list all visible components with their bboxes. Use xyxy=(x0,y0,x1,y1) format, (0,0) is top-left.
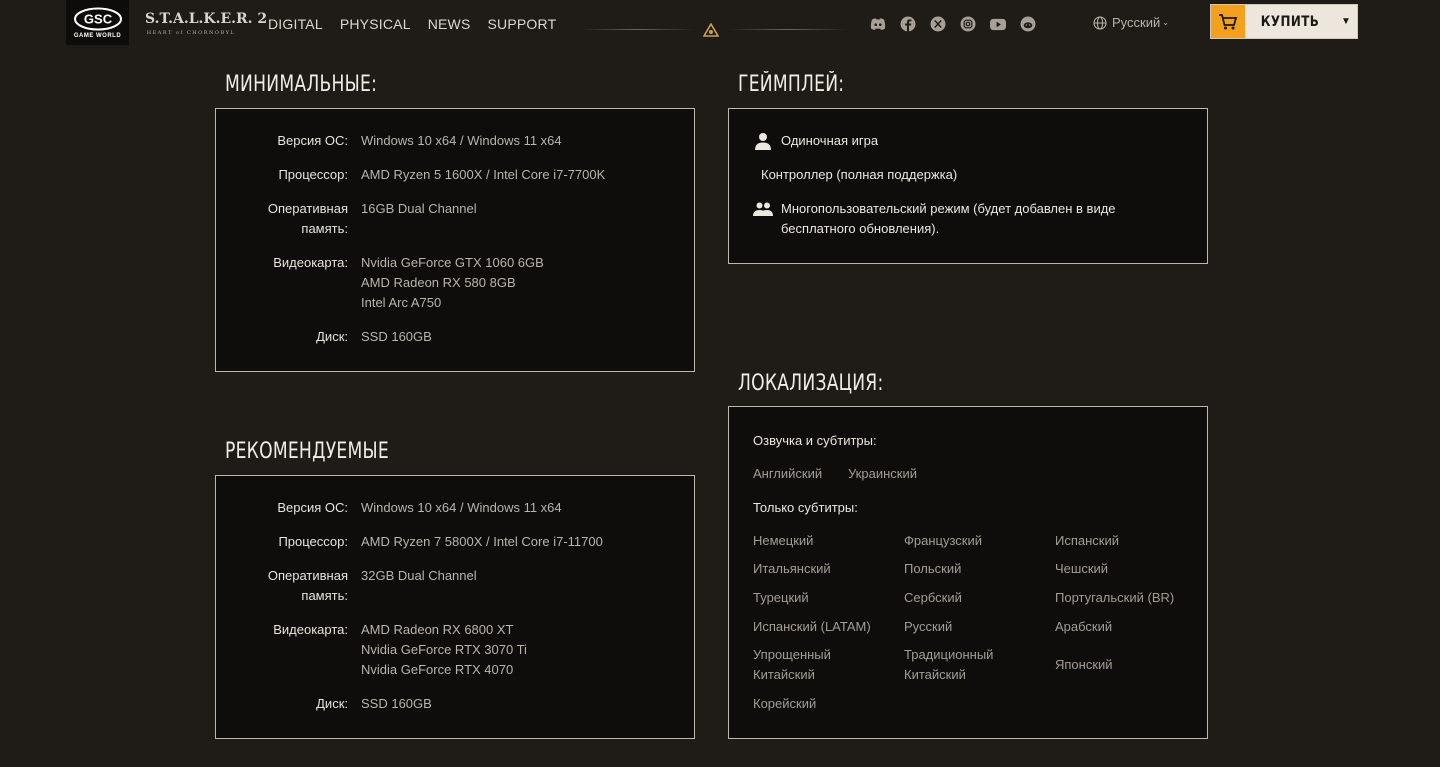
spec-row-disk: Диск: SSD 160GB xyxy=(216,327,694,347)
stalker2-logo[interactable]: S.T.A.L.K.E.R. 2 HEART of CHORNOBYL xyxy=(145,8,268,40)
spec-row-os: Версия ОС: Windows 10 x64 / Windows 11 x… xyxy=(216,498,694,518)
language-selector[interactable]: Русский ⌄ xyxy=(1093,15,1169,30)
buy-button-label: КУПИТЬ xyxy=(1260,13,1320,30)
svg-text:GSC: GSC xyxy=(83,11,112,26)
gameplay-item-label: Одиночная игра xyxy=(781,133,879,148)
spec-label: Оперативная память: xyxy=(267,201,348,236)
gameplay-panel: Одиночная игра Контроллер (полная поддер… xyxy=(728,108,1208,264)
discord-icon[interactable] xyxy=(870,16,886,32)
multiplayer-icon xyxy=(753,199,773,219)
language-item: Сербский xyxy=(904,590,962,605)
language-item: Традиционный Китайский xyxy=(904,647,994,682)
language-item: Арабский xyxy=(1055,619,1113,634)
instagram-icon[interactable] xyxy=(960,16,976,32)
reddit-icon[interactable] xyxy=(1020,16,1036,32)
spec-row-gpu: Видеокарта: AMD Radeon RX 6800 XT Nvidia… xyxy=(216,620,694,680)
spec-row-os: Версия ОС: Windows 10 x64 / Windows 11 x… xyxy=(216,131,694,151)
recommended-requirements-panel: Версия ОС: Windows 10 x64 / Windows 11 x… xyxy=(215,475,695,739)
minimum-requirements-panel: Версия ОС: Windows 10 x64 / Windows 11 x… xyxy=(215,108,695,372)
language-item: Турецкий xyxy=(753,590,809,605)
language-item: Украинский xyxy=(848,466,917,481)
spec-label: Версия ОС: xyxy=(277,500,348,515)
spec-label: Оперативная память: xyxy=(267,568,348,603)
spec-row-cpu: Процессор: AMD Ryzen 7 5800X / Intel Cor… xyxy=(216,532,694,552)
header-divider-left xyxy=(580,29,695,30)
language-item: Немецкий xyxy=(753,533,814,548)
subtitles-only-label: Только субтитры: xyxy=(753,500,858,515)
spec-value: SSD 160GB xyxy=(361,329,432,344)
spec-label: Процессор: xyxy=(278,534,348,549)
spec-label: Видеокарта: xyxy=(273,255,348,270)
localization-title: ЛОКАЛИЗАЦИЯ: xyxy=(738,371,884,396)
language-item: Португальский (BR) xyxy=(1055,590,1175,605)
stalker2-logo-tagline: HEART of CHORNOBYL xyxy=(146,30,236,36)
spec-label: Диск: xyxy=(316,329,348,344)
gameplay-item-label: Контроллер (полная поддержка) xyxy=(761,167,958,182)
language-item: Корейский xyxy=(753,696,817,711)
single-player-icon xyxy=(753,131,773,151)
gsc-logo-icon: GSC xyxy=(73,7,122,30)
spec-value: AMD Ryzen 5 1600X / Intel Core i7-7700K xyxy=(361,167,606,182)
gsc-game-world-logo[interactable]: GSC GAME WORLD xyxy=(66,0,129,45)
spec-row-disk: Диск: SSD 160GB xyxy=(216,694,694,714)
social-links xyxy=(870,16,1036,32)
spec-label: Процессор: xyxy=(278,167,348,182)
main-nav: DIGITAL PHYSICAL NEWS SUPPORT xyxy=(268,16,556,32)
spec-row-ram: Оперативная память: 16GB Dual Channel xyxy=(216,199,694,239)
language-item: Французский xyxy=(904,533,982,548)
spec-value: Windows 10 x64 / Windows 11 x64 xyxy=(361,500,562,515)
cart-icon xyxy=(1211,5,1245,38)
spec-label: Диск: xyxy=(316,696,348,711)
nav-news[interactable]: NEWS xyxy=(428,16,471,32)
language-item: Итальянский xyxy=(753,561,831,576)
chevron-down-icon: ⌄ xyxy=(1162,18,1169,27)
nav-support[interactable]: SUPPORT xyxy=(488,16,557,32)
language-item: Чешский xyxy=(1055,561,1109,576)
spec-row-ram: Оперативная память: 32GB Dual Channel xyxy=(216,566,694,606)
language-item: Польский xyxy=(904,561,962,576)
spec-value: Nvidia GeForce GTX 1060 6GB AMD Radeon R… xyxy=(361,255,544,310)
nav-physical[interactable]: PHYSICAL xyxy=(340,16,411,32)
language-item: Японский xyxy=(1055,657,1113,672)
hazard-icon xyxy=(703,23,719,37)
language-item: Испанский (LATAM) xyxy=(753,619,871,634)
spec-label: Версия ОС: xyxy=(277,133,348,148)
buy-button[interactable]: КУПИТЬ ▼ xyxy=(1211,5,1357,38)
localization-panel: Озвучка и субтитры: Английский Украински… xyxy=(728,406,1208,739)
spec-value: 16GB Dual Channel xyxy=(361,201,477,216)
spec-row-cpu: Процессор: AMD Ryzen 5 1600X / Intel Cor… xyxy=(216,165,694,185)
youtube-icon[interactable] xyxy=(990,16,1006,32)
facebook-icon[interactable] xyxy=(900,16,916,32)
site-header: GSC GAME WORLD S.T.A.L.K.E.R. 2 HEART of… xyxy=(0,0,1440,48)
spec-value: Windows 10 x64 / Windows 11 x64 xyxy=(361,133,562,148)
header-divider-right xyxy=(728,29,848,30)
stalker2-logo-title: S.T.A.L.K.E.R. 2 xyxy=(145,11,268,27)
gsc-logo-text: GAME WORLD xyxy=(73,32,122,39)
recommended-requirements-title: РЕКОМЕНДУЕМЫЕ xyxy=(225,439,389,464)
gameplay-item-multiplayer: Многопользовательский режим (будет добав… xyxy=(753,199,1116,239)
x-icon[interactable] xyxy=(930,16,946,32)
language-label: Русский xyxy=(1112,15,1161,30)
language-item: Испанский xyxy=(1055,533,1120,548)
gameplay-item-label: Многопользовательский режим (будет добав… xyxy=(781,201,1116,236)
language-item: Русский xyxy=(904,619,953,634)
gameplay-item-controller: Контроллер (полная поддержка) xyxy=(761,165,957,185)
spec-value: AMD Radeon RX 6800 XT Nvidia GeForce RTX… xyxy=(361,622,527,677)
language-item: Упрощенный Китайский xyxy=(753,647,831,682)
voice-subtitles-label: Озвучка и субтитры: xyxy=(753,433,877,448)
gameplay-title: ГЕЙМПЛЕЙ: xyxy=(738,72,845,97)
minimum-requirements-title: МИНИМАЛЬНЫЕ: xyxy=(225,72,378,97)
caret-down-icon[interactable]: ▼ xyxy=(1335,5,1357,38)
spec-value: AMD Ryzen 7 5800X / Intel Core i7-11700 xyxy=(361,534,603,549)
nav-digital[interactable]: DIGITAL xyxy=(268,16,323,32)
spec-label: Видеокарта: xyxy=(273,622,348,637)
globe-icon xyxy=(1093,15,1107,30)
spec-value: SSD 160GB xyxy=(361,696,432,711)
gameplay-item-single: Одиночная игра xyxy=(753,131,878,151)
spec-row-gpu: Видеокарта: Nvidia GeForce GTX 1060 6GB … xyxy=(216,253,694,313)
language-item: Английский xyxy=(753,466,823,481)
spec-value: 32GB Dual Channel xyxy=(361,568,477,583)
